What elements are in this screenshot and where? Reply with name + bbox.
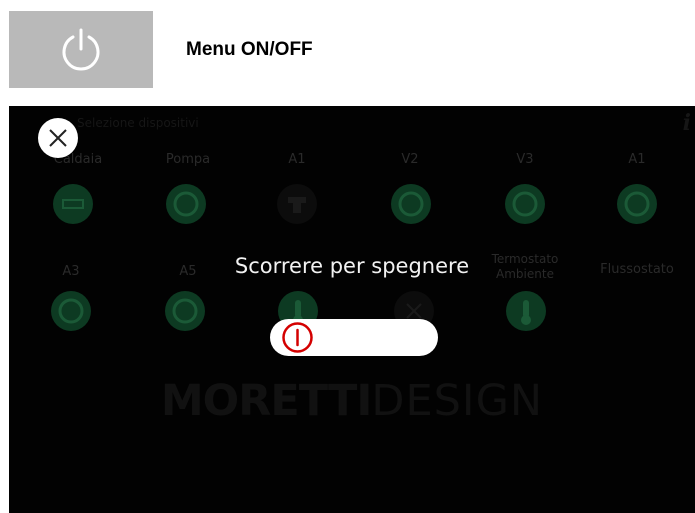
power-icon <box>62 28 100 70</box>
pump-icon[interactable] <box>391 184 431 224</box>
control-screen: Selezione dispositivi i Caldaia Pompa A1… <box>9 106 695 513</box>
pump-icon[interactable] <box>165 291 205 331</box>
page-title: Menu ON/OFF <box>186 39 313 60</box>
power-off-icon <box>282 322 313 353</box>
brand-logo: MORETTIDESIGN <box>9 376 695 426</box>
logo-light-text: DESIGN <box>371 376 544 426</box>
device-label: A1 <box>288 152 306 167</box>
device-label: V2 <box>401 152 419 167</box>
logo-bold-text: MORETTI <box>160 376 372 426</box>
device-label: V3 <box>516 152 534 167</box>
slide-instruction: Scorrere per spegnere <box>234 254 470 278</box>
pump-icon[interactable] <box>166 184 206 224</box>
slider-knob[interactable] <box>281 321 314 354</box>
device-label: Pompa <box>165 152 211 167</box>
info-icon[interactable]: i <box>683 110 691 136</box>
pump-icon[interactable] <box>505 184 545 224</box>
header: Menu ON/OFF <box>0 0 695 106</box>
close-icon <box>49 129 67 147</box>
pump-icon[interactable] <box>617 184 657 224</box>
slide-to-power-off[interactable] <box>270 319 438 356</box>
close-button[interactable] <box>38 118 78 158</box>
valve-icon[interactable] <box>277 184 317 224</box>
thermometer-icon[interactable] <box>506 291 546 331</box>
pump-icon[interactable] <box>51 291 91 331</box>
device-label: A1 <box>628 152 646 167</box>
power-button[interactable] <box>9 11 153 88</box>
boiler-icon[interactable] <box>53 184 93 224</box>
screen-top-hint: Selezione dispositivi <box>77 116 199 130</box>
